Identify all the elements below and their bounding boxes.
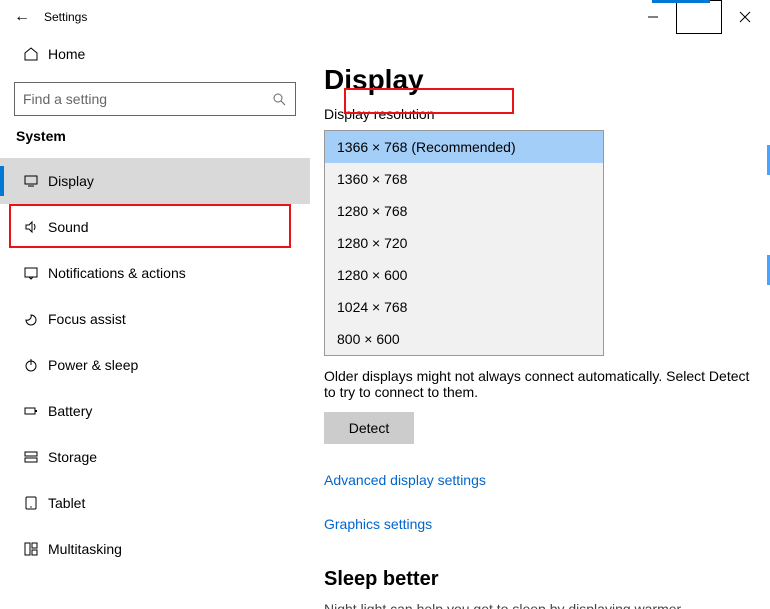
sidebar: Home Find a setting System Display Sound N… xyxy=(0,34,310,609)
advanced-display-link[interactable]: Advanced display settings xyxy=(324,472,756,488)
graphics-settings-link[interactable]: Graphics settings xyxy=(324,516,756,532)
sidebar-item-label: Display xyxy=(48,173,94,189)
sidebar-item-notifications-actions[interactable]: Notifications & actions xyxy=(0,250,310,296)
back-button[interactable]: ← xyxy=(0,8,44,26)
storage-icon xyxy=(14,449,48,465)
titlebar: ← Settings xyxy=(0,0,770,34)
resolution-option[interactable]: 1360 × 768 xyxy=(325,163,603,195)
multi-icon xyxy=(14,541,48,557)
resolution-option[interactable]: 1280 × 600 xyxy=(325,259,603,291)
power-icon xyxy=(14,357,48,373)
resolution-option[interactable]: 1280 × 720 xyxy=(325,227,603,259)
resolution-option[interactable]: 1024 × 768 xyxy=(325,291,603,323)
sidebar-item-label: Focus assist xyxy=(48,311,126,327)
sidebar-item-label: Sound xyxy=(48,219,88,235)
resolution-dropdown[interactable]: 1366 × 768 (Recommended)1360 × 7681280 ×… xyxy=(324,130,604,356)
detect-text: Older displays might not always connect … xyxy=(324,368,756,400)
minimize-button[interactable] xyxy=(630,0,676,34)
sidebar-item-sound[interactable]: Sound xyxy=(0,204,310,250)
home-label: Home xyxy=(48,46,85,62)
sidebar-item-label: Storage xyxy=(48,449,97,465)
tablet-icon xyxy=(14,495,48,511)
main-panel: Display Display resolution 1366 × 768 (R… xyxy=(310,34,770,609)
home-link[interactable]: Home xyxy=(14,34,296,74)
sound-icon xyxy=(14,219,48,235)
sidebar-item-label: Tablet xyxy=(48,495,85,511)
sidebar-item-label: Power & sleep xyxy=(48,357,138,373)
window-accent xyxy=(652,0,710,3)
maximize-button[interactable] xyxy=(676,0,722,34)
home-icon xyxy=(14,46,48,62)
sidebar-item-label: Battery xyxy=(48,403,92,419)
section-title: System xyxy=(16,128,294,144)
sidebar-item-multitasking[interactable]: Multitasking xyxy=(0,526,310,572)
sidebar-item-label: Multitasking xyxy=(48,541,122,557)
resolution-label: Display resolution xyxy=(324,106,756,122)
sidebar-item-storage[interactable]: Storage xyxy=(0,434,310,480)
sidebar-item-tablet[interactable]: Tablet xyxy=(0,480,310,526)
sidebar-item-battery[interactable]: Battery xyxy=(0,388,310,434)
display-icon xyxy=(14,173,48,189)
sidebar-item-focus-assist[interactable]: Focus assist xyxy=(0,296,310,342)
sleep-better-heading: Sleep better xyxy=(324,568,756,591)
search-placeholder: Find a setting xyxy=(23,91,271,107)
detect-button[interactable]: Detect xyxy=(324,412,414,444)
resolution-option[interactable]: 1366 × 768 (Recommended) xyxy=(325,131,603,163)
window-title: Settings xyxy=(44,10,87,24)
sidebar-item-power-sleep[interactable]: Power & sleep xyxy=(0,342,310,388)
resolution-option[interactable]: 800 × 600 xyxy=(325,323,603,355)
search-input[interactable]: Find a setting xyxy=(14,82,296,116)
notifications-icon xyxy=(14,265,48,281)
sidebar-item-label: Notifications & actions xyxy=(48,265,186,281)
sleep-better-text: Night light can help you get to sleep by… xyxy=(324,601,756,609)
search-icon xyxy=(271,91,287,107)
focus-icon xyxy=(14,311,48,327)
resolution-option[interactable]: 1280 × 768 xyxy=(325,195,603,227)
sidebar-item-display[interactable]: Display xyxy=(0,158,310,204)
close-button[interactable] xyxy=(722,0,768,34)
battery-icon xyxy=(14,403,48,419)
page-title: Display xyxy=(324,64,756,96)
